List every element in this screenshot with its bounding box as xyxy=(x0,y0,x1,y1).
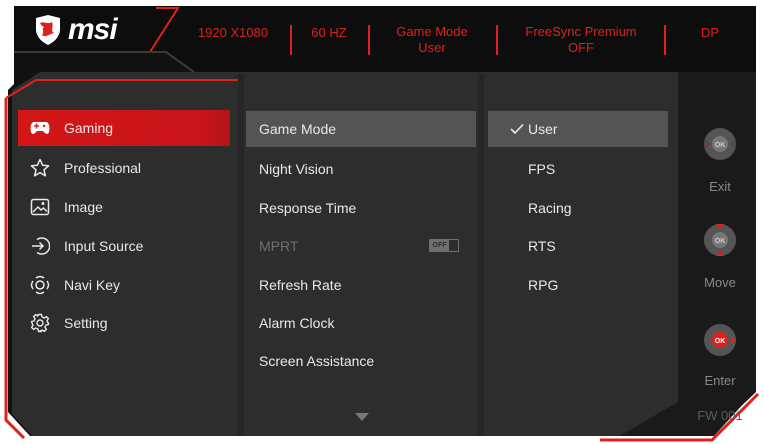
category-label: Image xyxy=(64,199,103,215)
menu-item-label: Screen Assistance xyxy=(259,353,375,369)
menu-item-alarm-clock[interactable]: Alarm Clock xyxy=(246,305,476,341)
status-input: DP xyxy=(700,25,720,40)
menu-item-refresh-rate[interactable]: Refresh Rate xyxy=(246,267,476,303)
status-divider xyxy=(368,25,370,55)
status-resolution: 1920 X1080 xyxy=(197,25,269,40)
option-label: RTS xyxy=(528,238,556,254)
menu-item-game-mode[interactable]: Game Mode xyxy=(246,111,476,147)
image-icon xyxy=(30,197,50,217)
joystick-enter-icon: OK xyxy=(704,324,736,356)
joystick-center-label: OK xyxy=(715,338,726,345)
joystick-center-label: OK xyxy=(715,142,726,149)
status-divider xyxy=(290,25,292,55)
category-navi-key[interactable]: Navi Key xyxy=(18,267,230,303)
option-fps[interactable]: FPS xyxy=(488,151,668,187)
brand-wordmark: msi xyxy=(68,13,118,46)
status-freesync-value: OFF xyxy=(568,40,594,55)
menu-item-label: Night Vision xyxy=(259,161,334,177)
category-label: Professional xyxy=(64,160,142,176)
menu-item-response-time[interactable]: Response Time xyxy=(246,190,476,226)
category-input-source[interactable]: Input Source xyxy=(18,228,230,264)
menu-item-screen-assistance[interactable]: Screen Assistance xyxy=(246,343,476,379)
menu-item-mprt: MPRT OFF xyxy=(246,228,476,264)
category-gaming[interactable]: Gaming xyxy=(18,110,230,146)
exit-label: Exit xyxy=(709,179,731,194)
status-game-mode-title: Game Mode xyxy=(396,24,468,39)
menu-item-label: Response Time xyxy=(259,200,357,216)
category-label: Input Source xyxy=(64,238,144,254)
menu-item-label: Refresh Rate xyxy=(259,277,342,293)
mprt-off-toggle: OFF xyxy=(429,239,459,252)
status-divider xyxy=(496,25,498,55)
star-icon xyxy=(30,158,50,178)
option-label: User xyxy=(528,121,558,137)
firmware-version: FW 001 xyxy=(697,408,743,423)
navi-key-icon xyxy=(30,275,50,295)
input-source-icon xyxy=(30,236,50,256)
option-label: FPS xyxy=(528,161,556,177)
status-game-mode: Game Mode User xyxy=(378,24,486,56)
toggle-state-label: OFF xyxy=(430,240,449,251)
msi-logo: msi xyxy=(34,13,164,46)
status-freesync: FreeSync Premium OFF xyxy=(506,24,656,56)
status-refresh-rate: 60 HZ xyxy=(311,25,347,40)
joystick-center-label: OK xyxy=(715,238,726,245)
menu-item-night-vision[interactable]: Night Vision xyxy=(246,151,476,187)
category-image[interactable]: Image xyxy=(18,189,230,225)
dragon-shield-icon xyxy=(36,15,60,45)
enter-label: Enter xyxy=(704,373,736,388)
status-game-mode-value: User xyxy=(418,40,446,55)
option-rpg[interactable]: RPG xyxy=(488,267,668,303)
option-racing[interactable]: Racing xyxy=(488,190,668,226)
menu-item-label: MPRT xyxy=(259,238,299,254)
category-professional[interactable]: Professional xyxy=(18,150,230,186)
menu-item-label: Game Mode xyxy=(259,121,337,137)
category-label: Gaming xyxy=(64,120,114,136)
gamepad-icon xyxy=(30,118,50,138)
gear-icon xyxy=(30,313,50,333)
scroll-down-arrow-icon[interactable] xyxy=(354,412,370,422)
move-label: Move xyxy=(704,275,736,290)
menu-item-label: Alarm Clock xyxy=(259,315,335,331)
checkmark-icon xyxy=(510,123,524,135)
option-rts[interactable]: RTS xyxy=(488,228,668,264)
category-setting[interactable]: Setting xyxy=(18,305,230,341)
category-label: Setting xyxy=(64,315,108,331)
option-label: Racing xyxy=(528,200,572,216)
status-divider xyxy=(664,25,666,55)
option-user[interactable]: User xyxy=(488,111,668,147)
option-label: RPG xyxy=(528,277,559,293)
joystick-move-icon: OK xyxy=(704,224,736,256)
joystick-left-icon: OK xyxy=(703,128,737,160)
category-label: Navi Key xyxy=(64,277,121,293)
status-freesync-title: FreeSync Premium xyxy=(525,24,637,39)
